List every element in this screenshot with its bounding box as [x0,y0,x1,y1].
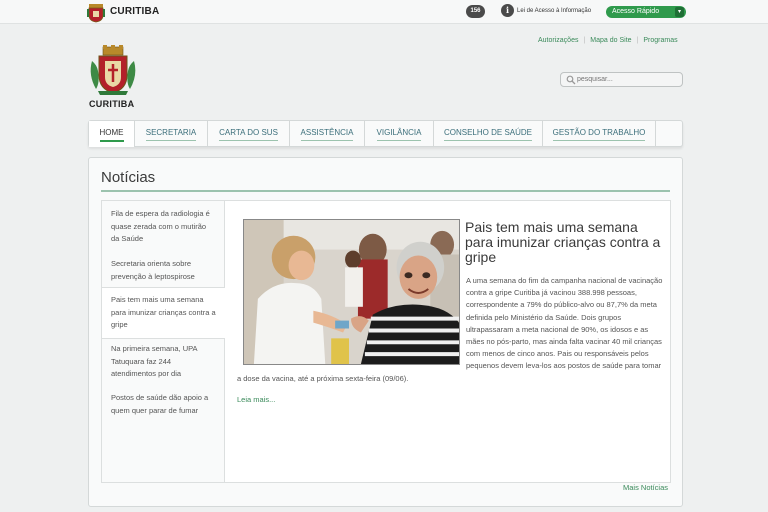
utility-links: Autorizações | Mapa do Site | Programas [538,37,678,44]
lei-acesso-link[interactable]: Lei de Acesso à Informação [517,8,591,14]
search-box[interactable] [560,72,683,87]
nav-item-label: SECRETARIA [145,127,197,141]
top-bar: CURITIBA 156 i Lei de Acesso à Informaçã… [0,0,768,24]
curitiba-logo-icon[interactable] [86,2,106,23]
chevron-down-icon: ▾ [675,7,684,17]
news-list-item-active[interactable]: Pais tem mais uma semana para imunizar c… [102,287,226,339]
nav-item-conselho-de-saude[interactable]: CONSELHO DE SAÚDE [434,121,543,147]
programas-link[interactable]: Programas [643,37,677,44]
featured-news-title[interactable]: Pais tem mais uma semana para imunizar c… [465,220,665,265]
search-icon [566,75,576,85]
search-input[interactable] [577,74,677,85]
news-list: Fila de espera da radiologia é quase zer… [101,200,226,483]
nav-item-label: CARTA DO SUS [219,127,278,141]
read-more-link[interactable]: Leia mais... [237,395,275,404]
header-city-name: CURITIBA [89,99,135,109]
curitiba-crest-icon[interactable] [88,45,138,97]
nav-item-label: VIGILÂNCIA [376,127,422,141]
news-list-item[interactable]: Na primeira semana, UPA Tatuquara faz 24… [102,343,225,381]
mapa-do-site-link[interactable]: Mapa do Site [590,37,631,44]
nav-item-label: HOME [99,127,124,142]
title-divider [101,190,670,192]
news-list-item[interactable]: Postos de saúde dão apoio a quem quer pa… [102,392,225,417]
featured-news: Pais tem mais uma semana para imunizar c… [225,200,671,483]
phone-156-badge[interactable]: 156 [466,5,485,18]
nav-item-label: GESTÃO DO TRABALHO [552,127,646,141]
main-nav: HOME SECRETARIA CARTA DO SUS ASSISTÊNCIA… [88,120,683,147]
news-panel-title: Notícias [101,169,156,186]
news-panel: Notícias Fila de espera da radiologia é … [88,157,683,507]
acesso-rapido-label: Acesso Rápido [612,8,660,15]
nav-item-secretaria[interactable]: SECRETARIA [135,121,208,147]
separator: | [583,37,586,44]
info-icon[interactable]: i [501,4,514,17]
news-list-item[interactable]: Secretaria orienta sobre prevenção à lep… [102,258,225,283]
nav-item-home[interactable]: HOME [89,121,135,147]
nav-item-gestao-do-trabalho[interactable]: GESTÃO DO TRABALHO [543,121,656,147]
acesso-rapido-button[interactable]: Acesso Rápido ▾ [606,6,686,18]
photo-spacer [237,275,466,369]
featured-news-body-wrap: A uma semana do fim da campanha nacional… [237,275,665,385]
separator: | [636,37,639,44]
nav-item-assistencia[interactable]: ASSISTÊNCIA [290,121,365,147]
nav-item-label: ASSISTÊNCIA [300,127,354,141]
more-news-link[interactable]: Mais Notícias [623,483,668,492]
nav-item-carta-do-sus[interactable]: CARTA DO SUS [208,121,290,147]
autorizacoes-link[interactable]: Autorizações [538,37,578,44]
topbar-city-name[interactable]: CURITIBA [110,6,159,17]
news-list-item[interactable]: Fila de espera da radiologia é quase zer… [102,208,225,246]
nav-item-label: CONSELHO DE SAÚDE [443,127,533,141]
nav-item-vigilancia[interactable]: VIGILÂNCIA [365,121,434,147]
